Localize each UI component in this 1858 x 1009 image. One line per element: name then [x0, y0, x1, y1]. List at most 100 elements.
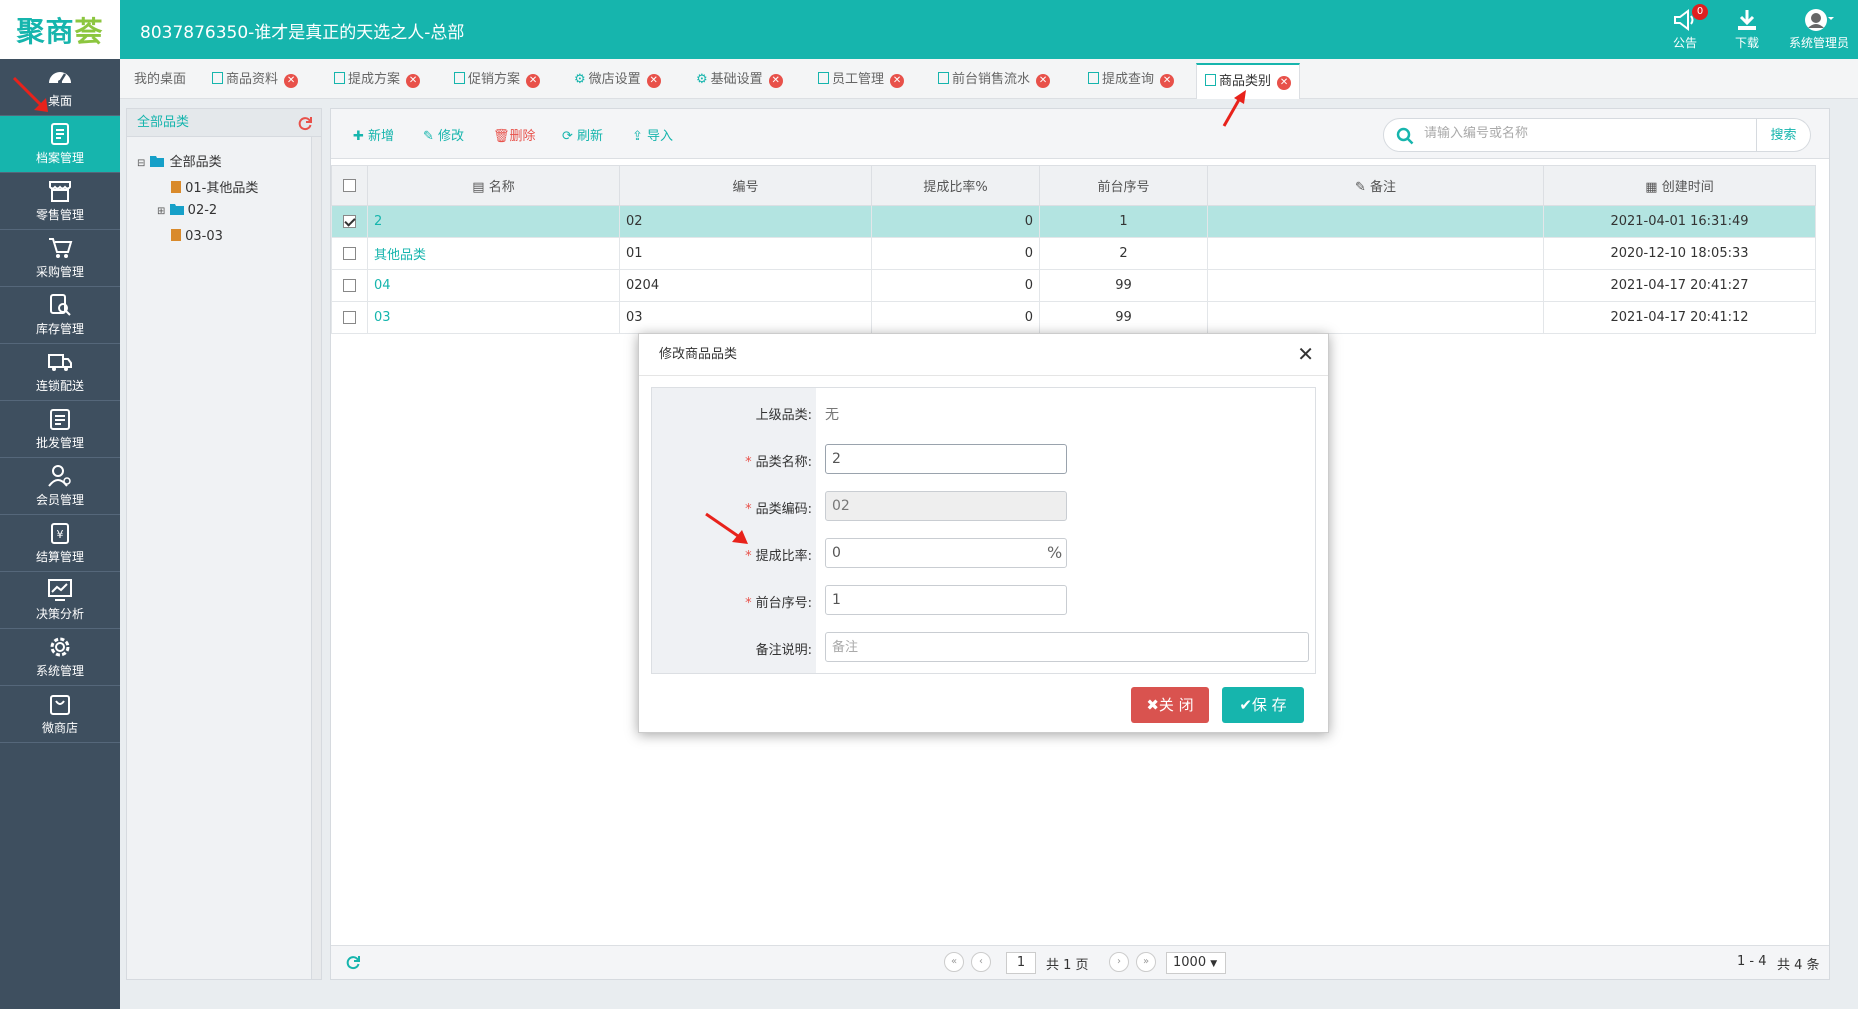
col-name[interactable]: ▤ 名称	[367, 165, 620, 206]
close-tab-icon[interactable]: ✕	[406, 74, 421, 88]
tab-commission-query[interactable]: 提成查询 ✕	[1080, 63, 1182, 99]
select-all-checkbox[interactable]	[343, 179, 356, 192]
tab-staff-management[interactable]: 员工管理 ✕	[810, 63, 912, 99]
sidebar-item-label: 档案管理	[35, 151, 84, 165]
import-button[interactable]: ⇪ 导入	[632, 125, 673, 144]
save-button[interactable]: ✔保 存	[1222, 687, 1304, 723]
delete-button[interactable]: 🗑删除	[493, 125, 536, 144]
tree-node-label: 03-03	[185, 229, 223, 244]
row-select-cell[interactable]	[331, 269, 368, 302]
note-input[interactable]	[825, 632, 1309, 662]
cell-name[interactable]: 其他品类	[367, 237, 620, 270]
sidebar-item-settlement[interactable]: ¥ 结算管理	[0, 515, 120, 572]
cell-name[interactable]: 04	[367, 269, 620, 302]
avatar-icon	[1805, 9, 1834, 31]
table-row[interactable]: 03 03 0 99 2021-04-17 20:41:12	[331, 301, 1816, 334]
user-menu[interactable]: 系统管理员	[1786, 8, 1852, 51]
table-row[interactable]: 04 0204 0 99 2021-04-17 20:41:27	[331, 269, 1816, 302]
tab-promotion-plan[interactable]: 促销方案 ✕	[446, 63, 548, 99]
close-tab-icon[interactable]: ✕	[1277, 76, 1292, 90]
sidebar-item-archive[interactable]: 档案管理	[0, 116, 120, 173]
close-tab-icon[interactable]: ✕	[890, 74, 905, 88]
sidebar-item-system[interactable]: 系统管理	[0, 629, 120, 686]
category-name-input[interactable]	[825, 444, 1067, 474]
logo-text-1: 聚商	[16, 14, 75, 48]
sidebar-item-member[interactable]: 会员管理	[0, 458, 120, 515]
page-size-select[interactable]: 1000 ▼	[1166, 952, 1226, 974]
col-note[interactable]: ✎ 备注	[1207, 165, 1544, 206]
search-input[interactable]	[1424, 126, 1744, 141]
tree-node-root[interactable]: ⊟ 全部品类	[137, 151, 222, 170]
tab-basic-settings[interactable]: ⚙ 基础设置 ✕	[688, 63, 791, 99]
select-all-cell[interactable]	[331, 165, 368, 206]
refresh-icon[interactable]	[345, 954, 361, 970]
refresh-icon[interactable]	[297, 115, 313, 131]
row-checkbox[interactable]	[343, 311, 356, 324]
cell-name[interactable]: 2	[367, 205, 620, 238]
tree-node-03[interactable]: 03-03	[171, 229, 223, 244]
tab-commission-plan[interactable]: 提成方案 ✕	[326, 63, 428, 99]
refresh-button[interactable]: ⟳ 刷新	[562, 125, 603, 144]
first-page-icon[interactable]: «	[944, 952, 964, 972]
prev-page-icon[interactable]: ‹	[971, 952, 991, 972]
notice-button[interactable]: 0 公告	[1672, 4, 1708, 51]
sidebar-item-delivery[interactable]: 连锁配送	[0, 344, 120, 401]
close-button[interactable]: ✖关 闭	[1131, 687, 1209, 723]
close-tab-icon[interactable]: ✕	[768, 74, 783, 88]
cell-time: 2021-04-17 20:41:27	[1543, 269, 1816, 302]
tab-product-info[interactable]: 商品资料 ✕	[204, 63, 306, 99]
cell-name[interactable]: 03	[367, 301, 620, 334]
edit-button[interactable]: ✎ 修改	[423, 125, 464, 144]
close-tab-icon[interactable]: ✕	[526, 74, 541, 88]
grid-toolbar: ✚ 新增 ✎ 修改 🗑删除 ⟳ 刷新 ⇪ 导入 搜索	[331, 109, 1829, 159]
collapse-icon[interactable]: ⊟	[137, 158, 145, 169]
download-button[interactable]: 下载	[1735, 8, 1759, 51]
row-select-cell[interactable]	[331, 301, 368, 334]
col-code[interactable]: 编号	[619, 165, 872, 206]
row-checkbox[interactable]	[343, 215, 356, 228]
expand-icon[interactable]: ⊞	[157, 206, 165, 217]
cell-rate: 0	[871, 237, 1040, 270]
col-time[interactable]: ▦ 创建时间	[1543, 165, 1816, 206]
sidebar-item-microstore[interactable]: 微商店	[0, 686, 120, 743]
last-page-icon[interactable]: »	[1136, 952, 1156, 972]
tree-scrollbar[interactable]	[311, 137, 321, 979]
member-icon	[48, 465, 71, 487]
category-form: 上级品类: 无 *品类名称: *品类编码: *提成比率: % *前台序号: 备注…	[651, 387, 1316, 674]
sidebar-item-analysis[interactable]: 决策分析	[0, 572, 120, 629]
col-seq[interactable]: 前台序号	[1039, 165, 1208, 206]
total-count-text: 共 4 条	[1777, 958, 1820, 973]
row-checkbox[interactable]	[343, 279, 356, 292]
row-checkbox[interactable]	[343, 247, 356, 260]
commission-rate-input[interactable]	[825, 538, 1067, 568]
close-icon[interactable]: ✕	[1297, 344, 1314, 364]
app-logo[interactable]: 聚商荟	[0, 0, 120, 59]
next-page-icon[interactable]: ›	[1109, 952, 1129, 972]
gear-icon: ⚙	[696, 72, 708, 87]
tree-node-label: 02-2	[187, 203, 218, 218]
add-button[interactable]: ✚ 新增	[353, 125, 394, 144]
sidebar-item-retail[interactable]: 零售管理	[0, 173, 120, 230]
table-row[interactable]: 其他品类 01 0 2 2020-12-10 18:05:33	[331, 237, 1816, 270]
tree-node-02[interactable]: ⊞ 02-2	[157, 203, 217, 218]
sidebar-item-inventory[interactable]: 库存管理	[0, 287, 120, 344]
tab-microstore-settings[interactable]: ⚙ 微店设置 ✕	[566, 63, 669, 99]
page-number-input[interactable]: 1	[1006, 952, 1036, 974]
close-tab-icon[interactable]: ✕	[1036, 74, 1051, 88]
col-rate[interactable]: 提成比率%	[871, 165, 1040, 206]
close-tab-icon[interactable]: ✕	[1160, 74, 1175, 88]
front-seq-input[interactable]	[825, 585, 1067, 615]
tab-my-desktop[interactable]: 我的桌面	[126, 63, 194, 99]
annotation-arrow	[12, 76, 48, 112]
close-tab-icon[interactable]: ✕	[646, 74, 661, 88]
tab-label: 微店设置	[588, 72, 641, 87]
search-button[interactable]: 搜索	[1757, 118, 1811, 152]
row-select-cell[interactable]	[331, 205, 368, 238]
tab-front-sales-flow[interactable]: 前台销售流水 ✕	[930, 63, 1058, 99]
tree-node-01[interactable]: 01-其他品类	[171, 177, 258, 196]
sidebar-item-wholesale[interactable]: 批发管理	[0, 401, 120, 458]
close-tab-icon[interactable]: ✕	[284, 74, 299, 88]
table-row[interactable]: 2 02 0 1 2021-04-01 16:31:49	[331, 205, 1816, 238]
row-select-cell[interactable]	[331, 237, 368, 270]
sidebar-item-purchase[interactable]: 采购管理	[0, 230, 120, 287]
